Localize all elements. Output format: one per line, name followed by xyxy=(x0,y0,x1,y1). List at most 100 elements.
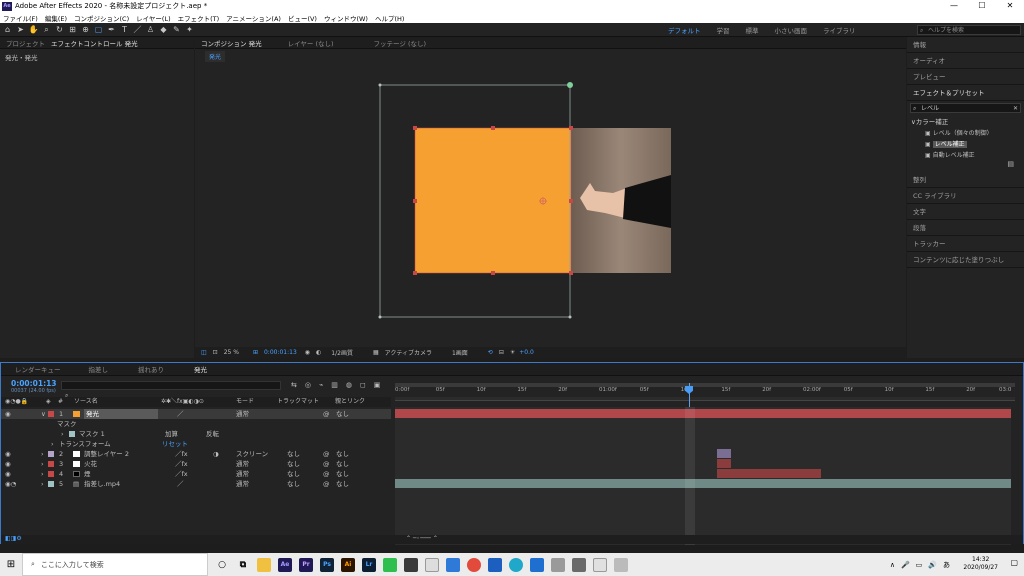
puppet-tool-icon[interactable]: ✦ xyxy=(184,24,195,35)
layer-bar-5[interactable] xyxy=(395,479,1011,488)
app-icon[interactable] xyxy=(593,557,607,572)
store-app-icon[interactable] xyxy=(530,557,544,572)
expand-chevron-icon[interactable]: › xyxy=(41,459,44,469)
app-icon[interactable] xyxy=(572,557,586,572)
app-icon[interactable] xyxy=(551,557,565,572)
file-explorer-icon[interactable] xyxy=(257,557,271,572)
mode-column[interactable]: モード xyxy=(236,397,254,407)
layer-name[interactable]: 火花 xyxy=(84,459,97,469)
layer-row-1[interactable]: ◉ ∨ 1 発光 ／ 通常 @ なし xyxy=(1,409,391,419)
layer-name[interactable]: 煙 xyxy=(84,469,91,479)
workspace-libraries[interactable]: ライブラリ xyxy=(823,25,856,35)
label-color-swatch[interactable] xyxy=(48,481,54,487)
tab-effect-controls[interactable]: エフェクトコントロール 発光 xyxy=(51,38,138,48)
panel-preview[interactable]: プレビュー xyxy=(907,69,1024,85)
shy-icon[interactable]: ⌁ xyxy=(319,381,323,389)
time-ruler[interactable]: 0:00f 05f 10f 15f 20f 01:00f 05f 10f 15f 20f 02:00… xyxy=(395,383,1015,407)
layer-bar-4[interactable] xyxy=(717,469,821,478)
cortana-icon[interactable]: ○ xyxy=(215,558,229,572)
snapshot-icon[interactable]: ◉ xyxy=(305,349,310,356)
pen-tool-icon[interactable]: ✒ xyxy=(106,24,117,35)
adjustment-layer-icon[interactable]: ◑ xyxy=(213,449,219,459)
mode-dropdown[interactable]: 通常 xyxy=(236,469,249,479)
line-app-icon[interactable] xyxy=(383,557,397,572)
workspace-small-screen[interactable]: 小さい画面 xyxy=(775,25,808,35)
eye-icon[interactable]: ◉ xyxy=(5,449,11,459)
layer-row-5[interactable]: ◉◔ › 5 ▤ 指差し.mp4 ／ 通常 なし @ なし xyxy=(1,479,391,489)
transparency-grid-icon[interactable]: ▦ xyxy=(373,349,379,356)
expand-chevron-icon[interactable]: › xyxy=(61,429,64,439)
comp-viewer[interactable] xyxy=(195,63,906,345)
comp-timecode[interactable]: 0:00:01:13 xyxy=(264,349,297,356)
layer-row-2[interactable]: ◉ › 2 調整レイヤー 2 ／fx ◑ スクリーン なし @ なし xyxy=(1,449,391,459)
transform-row[interactable]: › トランスフォーム リセット xyxy=(1,439,391,449)
eye-icon[interactable]: ◉ xyxy=(5,459,11,469)
label-color-swatch[interactable] xyxy=(48,451,54,457)
mask-group-label[interactable]: マスク xyxy=(57,419,77,429)
effects-search-input[interactable]: ⌕ レベル ✕ xyxy=(910,103,1021,113)
clear-icon[interactable]: ✕ xyxy=(1013,104,1018,113)
photoshop-app-icon[interactable]: Ps xyxy=(320,557,334,572)
hand-tool-icon[interactable]: ✋ xyxy=(28,24,39,35)
tab-comp-shake[interactable]: 揺れあり xyxy=(138,364,164,374)
layer-name[interactable]: 指差し.mp4 xyxy=(84,479,120,489)
microphone-icon[interactable]: 🎤 xyxy=(901,561,910,569)
menu-window[interactable]: ウィンドウ(W) xyxy=(324,13,368,23)
taskbar-clock[interactable]: 14:32 2020/09/27 xyxy=(963,556,998,572)
layer-switches-toggle-icon[interactable]: ◧◨⚙ xyxy=(5,535,22,542)
resolution-dropdown[interactable]: 1/2画質 xyxy=(331,348,353,357)
parent-column[interactable]: 親とリンク xyxy=(335,397,365,407)
view-layout-dropdown[interactable]: 1画面 xyxy=(452,348,468,357)
pickwhip-icon[interactable]: @ xyxy=(323,479,330,489)
mask-mode-dropdown[interactable]: 加算 xyxy=(165,429,178,439)
ime-mode[interactable]: あ xyxy=(943,560,950,570)
magnification-icon[interactable]: ⊡ xyxy=(213,349,218,356)
panel-paragraph[interactable]: 段落 xyxy=(907,220,1024,236)
zoom-dropdown[interactable]: 25 % xyxy=(224,349,239,356)
eye-icon[interactable]: ◉ xyxy=(5,469,11,479)
tab-project[interactable]: プロジェクト xyxy=(6,38,45,48)
camera-tool-icon[interactable]: ⊞ xyxy=(67,24,78,35)
fx-switch-icon[interactable]: ／fx xyxy=(175,449,188,459)
comp-breadcrumb[interactable]: 発光 xyxy=(205,51,226,62)
region-of-interest-icon[interactable]: ◫ xyxy=(201,349,207,356)
graph-editor-icon[interactable]: ◻ xyxy=(360,381,366,389)
mask-1-row[interactable]: › マスク 1 加算 反転 xyxy=(1,429,391,439)
layer-name[interactable]: 発光 xyxy=(84,409,158,419)
track-matte-column[interactable]: トラックマット xyxy=(277,397,319,407)
new-folder-icon[interactable]: ▤ xyxy=(907,160,1024,172)
zoom-slider[interactable]: ⌃ ─◦─── ⌃ xyxy=(406,535,438,542)
chevron-up-icon[interactable]: ∧ xyxy=(890,561,895,569)
mask-invert-checkbox[interactable]: 反転 xyxy=(206,429,219,439)
exposure-value[interactable]: +0.0 xyxy=(519,349,534,356)
workspace-default[interactable]: デフォルト xyxy=(668,25,701,35)
selection-tool-icon[interactable]: ➤ xyxy=(15,24,26,35)
pickwhip-icon[interactable]: @ xyxy=(323,459,330,469)
layer-row-4[interactable]: ◉ › 4 煙 ／fx 通常 なし @ なし xyxy=(1,469,391,479)
layer-row-3[interactable]: ◉ › 3 火花 ／fx 通常 なし @ なし xyxy=(1,459,391,469)
clone-stamp-tool-icon[interactable]: ♙ xyxy=(145,24,156,35)
eraser-tool-icon[interactable]: ◆ xyxy=(158,24,169,35)
rectangle-tool-icon[interactable]: ▢ xyxy=(93,24,104,35)
track-matte-dropdown[interactable]: なし xyxy=(287,479,300,489)
menu-layer[interactable]: レイヤー(L) xyxy=(136,13,171,23)
app-icon[interactable] xyxy=(404,557,418,572)
home-icon[interactable]: ⌂ xyxy=(2,24,13,35)
timeline-search-input[interactable]: ⌕ xyxy=(61,381,281,399)
reset-link[interactable]: リセット xyxy=(162,439,188,449)
help-search-input[interactable]: ⌕ ヘルプを検索 xyxy=(917,25,1021,35)
app-icon[interactable] xyxy=(614,557,628,572)
eye-audio-icon[interactable]: ◉◔ xyxy=(5,479,16,489)
parent-dropdown[interactable]: なし xyxy=(336,469,349,479)
edge-app-icon[interactable] xyxy=(509,557,523,572)
panel-align[interactable]: 整列 xyxy=(907,172,1024,188)
panel-character[interactable]: 文字 xyxy=(907,204,1024,220)
fit-icon[interactable]: ⊞ xyxy=(253,349,258,356)
pickwhip-icon[interactable]: @ xyxy=(323,449,330,459)
minimize-button[interactable]: — xyxy=(940,0,968,12)
lightroom-app-icon[interactable]: Lr xyxy=(362,557,376,572)
network-icon[interactable]: ▭ xyxy=(916,561,923,569)
menu-edit[interactable]: 編集(E) xyxy=(45,13,67,23)
notification-icon[interactable]: ▢ xyxy=(1010,558,1018,567)
comp-canvas[interactable] xyxy=(195,63,906,345)
